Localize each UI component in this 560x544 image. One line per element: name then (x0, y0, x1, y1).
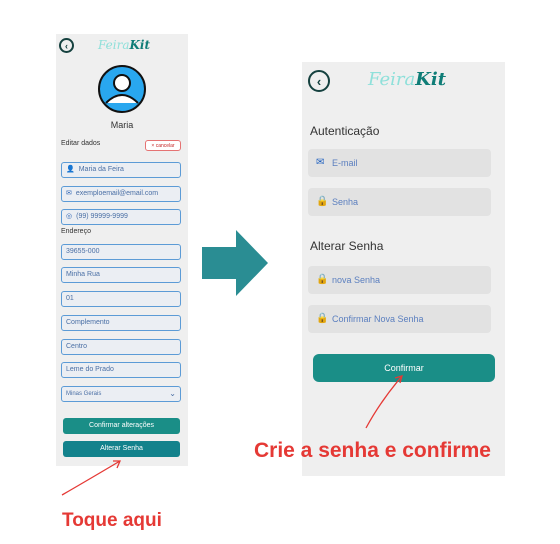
new-password-input[interactable]: 🔒 nova Senha (308, 266, 491, 294)
avatar (98, 65, 146, 113)
street-field[interactable]: Minha Rua (61, 267, 181, 283)
mail-icon: ✉ (316, 157, 325, 168)
pointer-line-right (365, 375, 403, 429)
number-field[interactable]: 01 (61, 291, 181, 307)
user-name: Maria (110, 120, 134, 130)
complement-field[interactable]: Complemento (61, 315, 181, 331)
name-field[interactable]: 👤 Maria da Feira (61, 162, 181, 178)
password-input[interactable]: 🔒 Senha (308, 188, 491, 216)
chevron-down-icon: ⌄ (169, 389, 176, 398)
email-input[interactable]: ✉ E-mail (308, 149, 491, 177)
cancel-button[interactable]: × cancelar (145, 140, 181, 151)
mail-icon: ✉ (66, 190, 72, 197)
right-arrow-icon (202, 230, 268, 296)
lock-icon: 🔒 (316, 274, 329, 285)
app-logo: FeiraKit (368, 69, 447, 90)
profile-edit-screen: ‹ FeiraKit Maria Editar dados × cancelar… (56, 34, 188, 466)
app-logo: FeiraKit (98, 38, 151, 52)
district-field[interactable]: Centro (61, 339, 181, 355)
phone-field[interactable]: ◎ (99) 99999-9999 (61, 209, 181, 225)
address-label: Endereço (61, 228, 91, 235)
edit-data-label: Editar dados (61, 140, 101, 147)
confirm-changes-button[interactable]: Confirmar alterações (63, 418, 180, 434)
cep-field[interactable]: 39655-000 (61, 244, 181, 260)
email-field[interactable]: ✉ exemploemail@email.com (61, 186, 181, 202)
confirm-new-password-input[interactable]: 🔒 Confirmar Nova Senha (308, 305, 491, 333)
auth-heading: Autenticação (310, 124, 380, 138)
whatsapp-icon: ◎ (66, 213, 73, 220)
change-password-heading: Alterar Senha (310, 239, 384, 253)
tap-here-annotation: Toque aqui (62, 510, 162, 531)
back-icon[interactable]: ‹ (308, 70, 330, 92)
city-field[interactable]: Leme do Prado (61, 362, 181, 378)
state-select[interactable]: Minas Gerais ⌄ (61, 386, 181, 402)
person-icon: 👤 (66, 166, 75, 173)
lock-icon: 🔒 (316, 196, 329, 207)
create-confirm-annotation: Crie a senha e confirme (254, 439, 491, 462)
back-icon[interactable]: ‹ (59, 38, 74, 53)
lock-icon: 🔒 (316, 313, 329, 324)
pointer-line-left (61, 460, 121, 496)
